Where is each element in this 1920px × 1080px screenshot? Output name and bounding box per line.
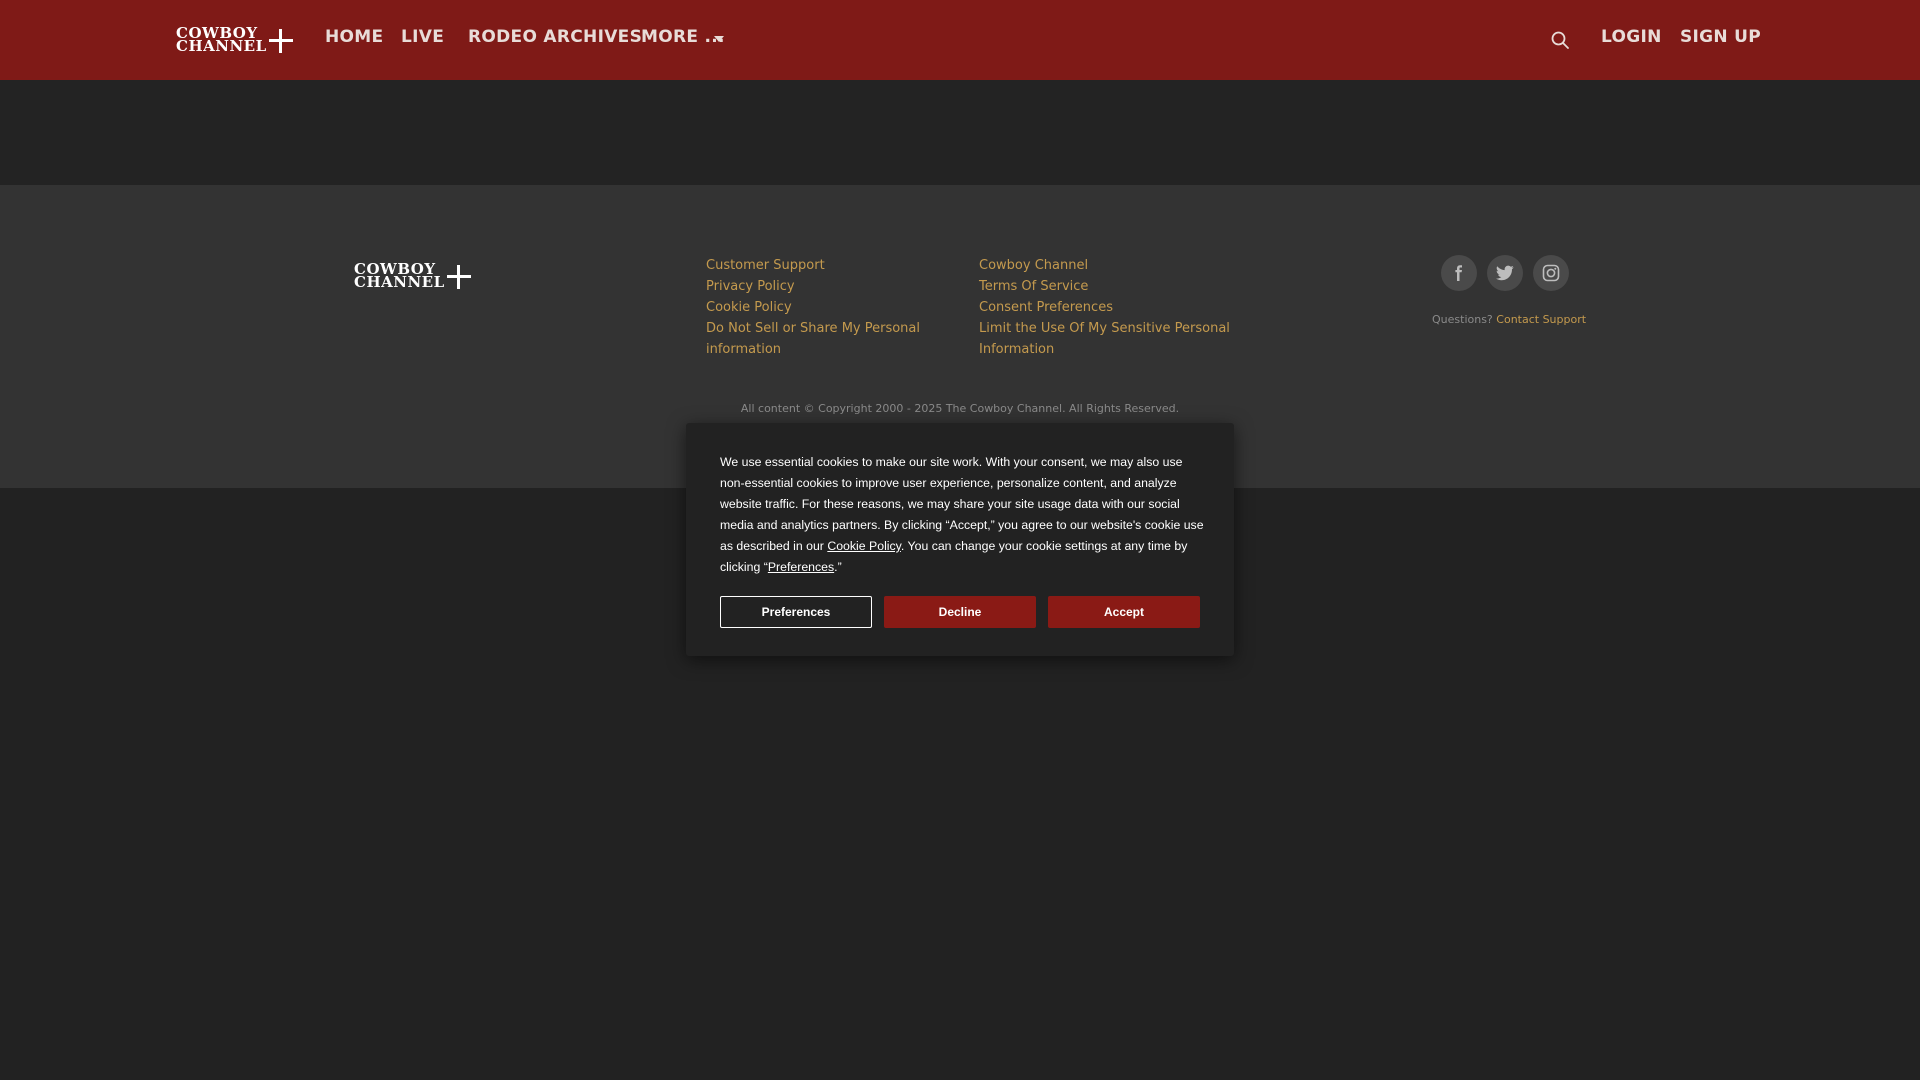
twitter-glyph: [1496, 265, 1514, 281]
nav-more[interactable]: MORE ...: [641, 27, 725, 47]
preferences-inline-link[interactable]: Preferences: [768, 560, 834, 574]
cowboy-channel-link[interactable]: Cowboy Channel: [979, 255, 1088, 276]
do-not-sell-link[interactable]: Do Not Sell or Share My Personal informa…: [706, 318, 921, 360]
nav-live[interactable]: LIVE: [401, 27, 444, 47]
cookie-message: We use essential cookies to make our sit…: [720, 452, 1208, 578]
decline-button[interactable]: Decline: [884, 596, 1036, 628]
facebook-glyph: [1455, 265, 1462, 281]
nav-home[interactable]: HOME: [325, 27, 383, 47]
logo-line2: CHANNEL: [176, 37, 267, 55]
search-icon[interactable]: [1550, 30, 1570, 50]
consent-preferences-link[interactable]: Consent Preferences: [979, 297, 1113, 318]
questions-text: Questions? Contact Support: [1432, 313, 1586, 326]
content-strip: [0, 80, 1920, 185]
footer-logo[interactable]: COWBOY CHANNEL: [354, 262, 471, 291]
plus-icon: [447, 265, 471, 289]
twitter-icon[interactable]: [1487, 255, 1523, 291]
privacy-policy-link[interactable]: Privacy Policy: [706, 276, 795, 297]
plus-icon: [269, 29, 293, 53]
footer-logo-line2: CHANNEL: [354, 273, 445, 291]
customer-support-link[interactable]: Customer Support: [706, 255, 825, 276]
facebook-icon[interactable]: [1441, 255, 1477, 291]
instagram-glyph: [1542, 264, 1560, 282]
cookie-policy-link[interactable]: Cookie Policy: [706, 297, 792, 318]
limit-sensitive-info-link[interactable]: Limit the Use Of My Sensitive Personal I…: [979, 318, 1234, 360]
nav-rodeo-archives[interactable]: RODEO ARCHIVES: [468, 27, 642, 47]
cookie-consent-banner: We use essential cookies to make our sit…: [686, 423, 1234, 656]
instagram-icon[interactable]: [1533, 255, 1569, 291]
terms-of-service-link[interactable]: Terms Of Service: [979, 276, 1088, 297]
signup-link[interactable]: SIGN UP: [1680, 27, 1761, 47]
login-link[interactable]: LOGIN: [1601, 27, 1662, 47]
cookie-policy-inline-link[interactable]: Cookie Policy: [827, 539, 901, 553]
chevron-down-icon[interactable]: [714, 36, 724, 42]
preferences-button[interactable]: Preferences: [720, 596, 872, 628]
site-header: COWBOY CHANNEL HOME LIVE RODEO ARCHIVES …: [0, 0, 1920, 80]
questions-label: Questions?: [1432, 313, 1493, 326]
accept-button[interactable]: Accept: [1048, 596, 1200, 628]
cowboy-channel-logo[interactable]: COWBOY CHANNEL: [176, 26, 293, 55]
copyright-text: All content © Copyright 2000 - 2025 The …: [740, 402, 1180, 415]
cookie-text-3: .”: [834, 560, 842, 574]
contact-support-link[interactable]: Contact Support: [1496, 313, 1586, 326]
